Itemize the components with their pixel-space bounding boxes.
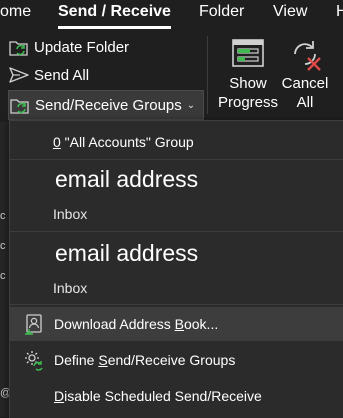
send-receive-groups-menu: 0 "All Accounts" Group email address Inb…: [9, 120, 343, 418]
background-char: c: [0, 270, 6, 282]
send-all-button[interactable]: Send All: [8, 62, 89, 88]
cancel-all-button[interactable]: Cancel All: [275, 36, 335, 112]
tab-send-receive[interactable]: Send / Receive: [58, 2, 171, 29]
update-folder-button[interactable]: Update Folder: [8, 34, 129, 60]
cancel-all-label-1: Cancel: [281, 75, 329, 92]
tab-folder[interactable]: Folder: [199, 2, 244, 24]
gear-sync-icon: [25, 351, 43, 371]
ribbon-tab-bar: ome Send / Receive Folder View H: [0, 0, 343, 29]
show-progress-label-2: Progress: [218, 94, 279, 111]
account-email-address: email address: [55, 166, 199, 192]
menu-divider: [10, 304, 343, 305]
menu-item-disable-scheduled-send-receive[interactable]: Disable Scheduled Send/Receive: [10, 379, 343, 413]
menu-item-accesskey: B: [174, 316, 184, 332]
background-char: c: [0, 210, 6, 222]
show-progress-button[interactable]: Show Progress: [218, 36, 278, 112]
menu-item-accesskey: S: [98, 352, 108, 368]
menu-item-account-1[interactable]: email address Inbox: [10, 161, 343, 227]
update-folder-icon: [9, 41, 28, 56]
account-folder: Inbox: [53, 206, 88, 222]
menu-item-accesskey: D: [54, 388, 65, 404]
label-part: end/Receive Groups: [107, 352, 236, 368]
background-char: c: [0, 240, 6, 252]
update-folder-label: Update Folder: [34, 38, 130, 56]
cancel-all-label-2: All: [296, 94, 314, 111]
address-book-icon: [25, 314, 42, 335]
account-email-address: email address: [55, 240, 199, 266]
menu-divider: [10, 231, 343, 232]
menu-item-label: "All Accounts" Group: [60, 134, 194, 150]
tab-home[interactable]: ome: [0, 2, 31, 24]
menu-item-all-accounts-group[interactable]: 0 "All Accounts" Group: [10, 129, 343, 155]
tab-help[interactable]: H: [336, 2, 343, 24]
label-part: Download Address: [54, 316, 175, 332]
send-receive-groups-button[interactable]: Send/Receive Groups ⌄: [8, 90, 205, 120]
ribbon: Update Folder Send All Send/Receive Grou…: [0, 30, 343, 122]
label-part: ook...: [183, 316, 219, 332]
ribbon-divider: [207, 36, 208, 114]
menu-item-define-send-receive-groups[interactable]: Define Send/Receive Groups: [10, 343, 343, 377]
menu-item-accesskey: 0: [53, 134, 61, 150]
label-part: isable Scheduled Send/Receive: [64, 388, 262, 404]
send-receive-groups-label: Send/Receive Groups: [35, 96, 182, 114]
send-receive-groups-icon: [10, 99, 29, 114]
chevron-down-icon: ⌄: [186, 99, 196, 111]
tab-view[interactable]: View: [273, 2, 307, 24]
menu-item-download-address-book[interactable]: Download Address Book...: [10, 307, 343, 341]
menu-item-label: Define Send/Receive Groups: [54, 351, 235, 369]
account-folder: Inbox: [53, 280, 88, 296]
show-progress-icon: [232, 39, 264, 67]
send-icon: [9, 67, 29, 83]
send-all-label: Send All: [34, 66, 90, 84]
menu-divider: [10, 159, 343, 160]
menu-item-label: Disable Scheduled Send/Receive: [54, 387, 262, 405]
show-progress-label-1: Show: [229, 75, 267, 92]
label-part: Define: [54, 352, 99, 368]
menu-item-account-2[interactable]: email address Inbox: [10, 233, 343, 301]
cancel-all-icon: [294, 41, 321, 71]
menu-item-label: Download Address Book...: [54, 315, 218, 333]
